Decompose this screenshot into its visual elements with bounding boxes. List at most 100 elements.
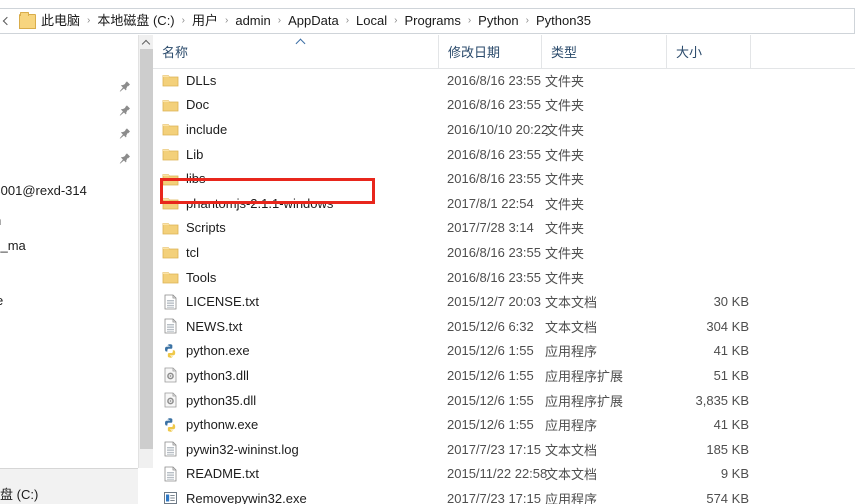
file-name-cell[interactable]: Lib (162, 146, 203, 162)
folder-icon (162, 247, 179, 259)
folder-icon (162, 75, 179, 87)
pin-icon[interactable] (118, 152, 134, 168)
file-row[interactable]: tcl 2016/8/16 23:55 文件夹 (153, 240, 855, 265)
file-name-label: pywin32-wininst.log (186, 441, 299, 457)
file-name-cell[interactable]: include (162, 121, 227, 137)
file-row[interactable]: LICENSE.txt 2015/12/7 20:03 文本文档 30 KB (153, 289, 855, 314)
file-name-label: python3.dll (186, 367, 249, 383)
file-name-cell[interactable]: README.txt (162, 466, 259, 482)
nav-tree-item[interactable]: en_ma (0, 238, 26, 253)
file-date-cell: 2017/7/23 17:15 (447, 441, 541, 457)
file-name-cell[interactable]: pythonw.exe (162, 417, 258, 433)
file-row[interactable]: README.txt 2015/11/22 22:58 文本文档 9 KB (153, 462, 855, 487)
chevron-up-icon[interactable] (139, 35, 153, 49)
file-name-cell[interactable]: phantomjs-2.1.1-windows (162, 195, 333, 211)
file-date-cell: 2016/8/16 23:55 (447, 97, 541, 113)
sort-ascending-icon (296, 38, 308, 46)
file-row[interactable]: python3.dll 2015/12/6 1:55 应用程序扩展 51 KB (153, 363, 855, 388)
breadcrumb-item[interactable]: Programs (401, 10, 463, 32)
nav-tree-item[interactable]: n (0, 213, 1, 228)
file-row[interactable]: DLLs 2016/8/16 23:55 文件夹 (153, 68, 855, 93)
column-header-date-modified[interactable]: 修改日期 (438, 35, 541, 68)
breadcrumb-separator-icon: › (87, 15, 91, 26)
text-file-icon (164, 318, 177, 334)
pin-icon[interactable] (118, 127, 134, 143)
file-date-cell: 2015/12/6 6:32 (447, 318, 534, 334)
python-exe-icon (165, 344, 176, 358)
file-type-cell: 文件夹 (545, 196, 585, 212)
file-name-cell[interactable]: DLLs (162, 72, 216, 88)
file-name-cell[interactable]: Tools (162, 269, 216, 285)
file-date-cell: 2015/12/7 20:03 (447, 294, 541, 310)
breadcrumb-item[interactable]: AppData (285, 10, 342, 32)
breadcrumb-separator-icon: › (394, 15, 398, 26)
file-row[interactable]: NEWS.txt 2015/12/6 6:32 文本文档 304 KB (153, 314, 855, 339)
breadcrumb-item[interactable]: Local (353, 10, 390, 32)
file-row[interactable]: Scripts 2017/7/28 3:14 文件夹 (153, 216, 855, 241)
nav-pane-scrollbar[interactable] (138, 35, 153, 468)
file-row[interactable]: python35.dll 2015/12/6 1:55 应用程序扩展 3,835 KB (153, 388, 855, 413)
navigation-pane[interactable]: S001@rexd-314 n en_mae (0, 35, 138, 468)
folder-icon (162, 149, 179, 161)
pin-icon[interactable] (118, 80, 134, 96)
file-name-cell[interactable]: python35.dll (162, 392, 256, 408)
file-list: DLLs 2016/8/16 23:55 文件夹 Doc 2016/8/16 23:55… (153, 68, 855, 504)
file-row[interactable]: Doc 2016/8/16 23:55 文件夹 (153, 93, 855, 118)
file-date-cell: 2016/8/16 23:55 (447, 269, 541, 285)
file-name-cell[interactable]: python3.dll (162, 367, 249, 383)
file-size-cell: 185 KB (706, 441, 749, 457)
back-chevron-icon[interactable] (2, 13, 14, 29)
file-name-label: include (186, 121, 228, 137)
python-exe-icon (165, 417, 176, 432)
column-header-type[interactable]: 类型 (541, 35, 666, 68)
file-type-cell: 应用程序 (545, 418, 598, 434)
file-name-label: Removepywin32.exe (186, 490, 307, 504)
folder-icon (162, 99, 179, 112)
file-date-cell: 2016/8/16 23:55 (447, 72, 541, 88)
file-date-cell: 2016/8/16 23:55 (447, 171, 541, 187)
file-row[interactable]: Lib 2016/8/16 23:55 文件夹 (153, 142, 855, 167)
file-row[interactable]: python.exe 2015/12/6 1:55 应用程序 41 KB (153, 339, 855, 364)
file-row[interactable]: libs 2016/8/16 23:55 文件夹 (153, 166, 855, 191)
folder-icon (162, 124, 179, 136)
file-name-cell[interactable]: Removepywin32.exe (162, 490, 307, 504)
scrollbar-thumb[interactable] (140, 49, 153, 449)
breadcrumb-item[interactable]: 此电脑 (38, 10, 83, 32)
file-name-cell[interactable]: pywin32-wininst.log (162, 441, 299, 457)
pin-icon[interactable] (118, 104, 134, 120)
file-size-cell: 304 KB (706, 318, 749, 334)
file-name-cell[interactable]: tcl (162, 244, 199, 260)
app-exe-icon (164, 492, 177, 504)
nav-tree-item[interactable]: e (0, 293, 3, 308)
file-name-label: README.txt (186, 466, 259, 482)
column-header-blank[interactable] (750, 35, 855, 68)
file-type-cell: 文件夹 (545, 122, 585, 138)
breadcrumb-item[interactable]: Python35 (533, 10, 594, 32)
file-name-cell[interactable]: libs (162, 171, 206, 187)
file-name-cell[interactable]: NEWS.txt (162, 318, 242, 334)
file-row[interactable]: Removepywin32.exe 2017/7/23 17:15 应用程序 574 … (153, 486, 855, 504)
nav-item-local-disk[interactable]: 盘 (C:) (0, 484, 38, 503)
column-header-size[interactable]: 大小 (666, 35, 750, 68)
breadcrumb-separator-icon: › (467, 15, 472, 26)
file-row[interactable]: Tools 2016/8/16 23:55 文件夹 (153, 265, 855, 290)
dll-file-icon (164, 368, 177, 383)
file-row[interactable]: include 2016/10/10 20:22 文件夹 (153, 117, 855, 142)
file-name-label: Scripts (186, 220, 226, 236)
breadcrumb-item[interactable]: admin (232, 10, 273, 32)
file-row[interactable]: phantomjs-2.1.1-windows 2017/8/1 22:54 文件夹 (153, 191, 855, 216)
file-name-cell[interactable]: Scripts (162, 220, 226, 236)
file-name-label: Lib (186, 146, 204, 162)
file-name-cell[interactable]: LICENSE.txt (162, 294, 259, 310)
breadcrumb-item[interactable]: Python (475, 10, 521, 32)
file-row[interactable]: pywin32-wininst.log 2017/7/23 17:15 文本文档 18… (153, 437, 855, 462)
breadcrumb-item[interactable]: 用户 (189, 10, 221, 32)
file-name-cell[interactable]: python.exe (162, 343, 250, 359)
nav-tree-item[interactable]: S001@rexd-314 (0, 183, 87, 198)
folder-icon (162, 198, 179, 210)
file-name-label: NEWS.txt (186, 318, 243, 334)
file-name-cell[interactable]: Doc (162, 97, 209, 113)
address-bar[interactable]: 此电脑 › 本地磁盘 (C:) › 用户 › admin › AppData › Local › Pro… (0, 8, 855, 34)
breadcrumb-item[interactable]: 本地磁盘 (C:) (94, 10, 177, 32)
file-row[interactable]: pythonw.exe 2015/12/6 1:55 应用程序 41 KB (153, 412, 855, 437)
